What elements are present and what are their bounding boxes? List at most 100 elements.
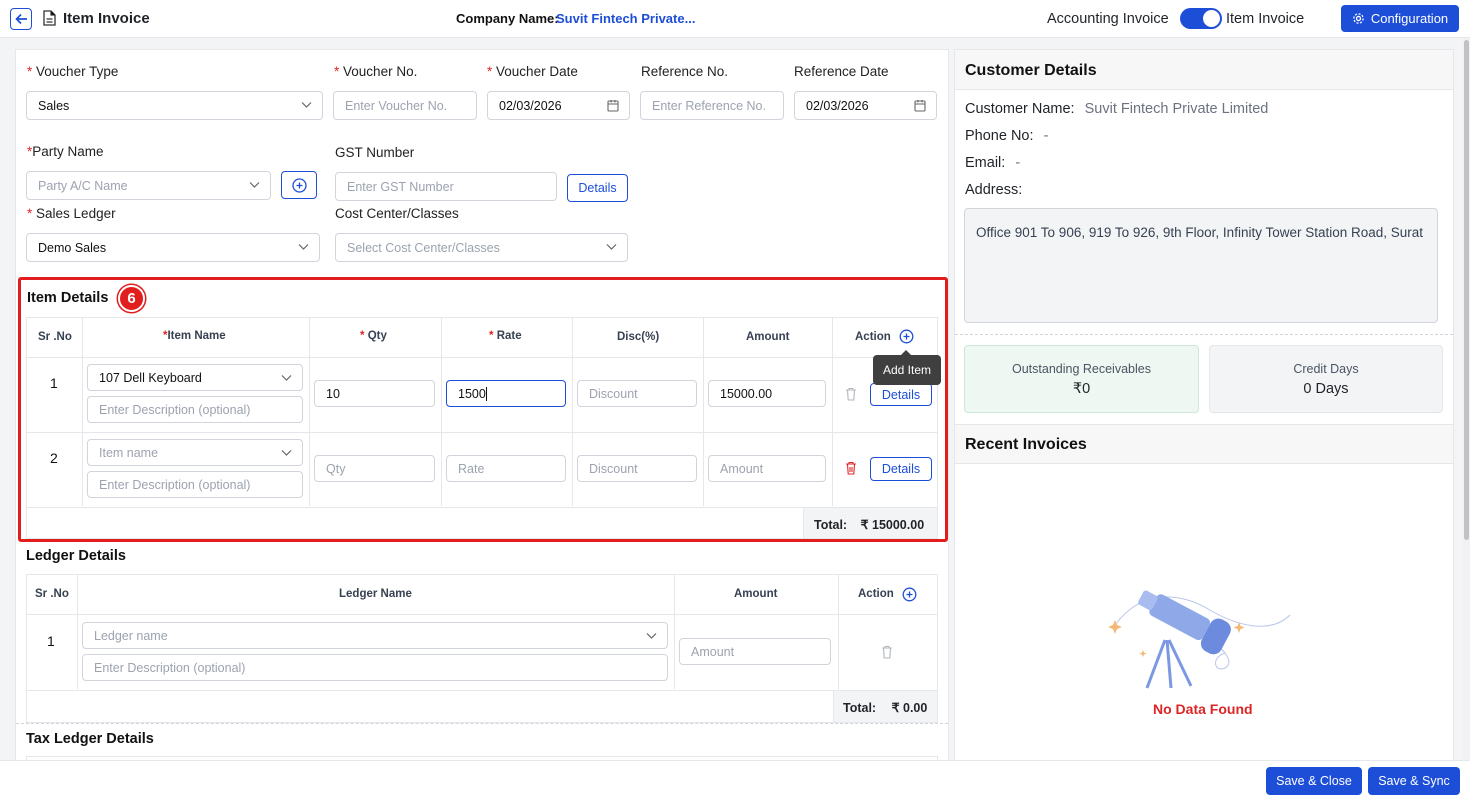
item-details-title: Item Details [27,290,109,306]
reference-date-label: Reference Date [794,64,889,79]
col-disc: Disc(%) [617,331,660,343]
email-row: Email: - [965,155,1020,171]
rate-input[interactable]: 1500 [446,380,566,407]
add-party-button[interactable] [281,171,317,199]
amount-input[interactable]: Amount [708,455,826,482]
reference-date-input[interactable]: 02/03/2026 [794,91,937,120]
header-divider [27,357,937,358]
ledger-total-label: Total: [843,701,877,715]
description-placeholder: Enter Description (optional) [99,402,251,417]
row-divider [27,432,937,433]
amount-value: 15000.00 [720,386,773,401]
col-divider [77,575,78,689]
item-name-select[interactable]: Item name [87,439,303,466]
voucher-type-value: Sales [38,98,70,113]
reference-date-value: 02/03/2026 [806,98,869,113]
item-description-input[interactable]: Enter Description (optional) [87,396,303,423]
accounting-invoice-label: Accounting Invoice [1047,11,1169,27]
col-srno: Sr .No [38,331,72,343]
rate-input[interactable]: Rate [446,455,566,482]
arrow-left-icon [14,13,27,25]
rate-placeholder: Rate [458,461,485,476]
col-divider [832,318,833,506]
back-button[interactable] [10,8,32,30]
email-value: - [1015,155,1021,171]
chevron-down-icon [301,102,312,108]
step-badge-number: 6 [127,290,136,307]
chevron-down-icon [606,244,617,250]
trash-icon[interactable] [845,387,857,401]
cost-center-placeholder: Select Cost Center/Classes [347,240,500,255]
header-divider [27,614,937,615]
discount-placeholder: Discount [589,461,638,476]
amount-input[interactable]: 15000.00 [708,380,826,407]
discount-input[interactable]: Discount [577,455,697,482]
scrollbar-thumb[interactable] [1464,40,1469,540]
col-divider [572,318,573,506]
item-description-input[interactable]: Enter Description (optional) [87,471,303,498]
col-amount: Amount [746,331,790,343]
trash-icon[interactable] [845,461,857,475]
item-name-select[interactable]: 107 Dell Keyboard [87,364,303,391]
voucher-type-select[interactable]: Sales [26,91,323,120]
qty-input[interactable]: Qty [314,455,435,482]
tax-ledger-title: Tax Ledger Details [26,731,154,747]
voucher-date-value: 02/03/2026 [499,98,562,113]
gear-icon [1353,13,1364,24]
add-item-icon[interactable] [899,329,914,344]
party-name-select[interactable]: Party A/C Name [26,171,271,200]
ledger-name-placeholder: Ledger name [94,628,168,643]
gst-details-button[interactable]: Details [567,174,628,202]
company-name-label: Company Name: [456,11,559,26]
top-bar: Item Invoice Company Name: Suvit Fintech… [0,0,1470,38]
qty-value: 10 [326,386,340,401]
reference-no-input[interactable]: Enter Reference No. [640,91,784,120]
cost-center-label: Cost Center/Classes [335,206,459,221]
section-divider [955,334,1453,335]
qty-input[interactable]: 10 [314,380,435,407]
row-srno: 1 [50,375,58,391]
text-cursor [485,386,487,401]
item-total: Total: ₹ 15000.00 [814,517,924,532]
configuration-button[interactable]: Configuration [1341,5,1459,32]
ledger-details-title: Ledger Details [26,548,126,564]
ledger-total: Total: ₹ 0.00 [843,700,927,715]
col-action: Action [858,588,894,600]
item-name-placeholder: Item name [99,445,159,460]
save-close-button[interactable]: Save & Close [1266,767,1362,795]
company-name-value[interactable]: Suvit Fintech Private... [556,11,695,26]
col-ledger-name: Ledger Name [339,588,412,600]
chevron-down-icon [646,633,657,639]
discount-input[interactable]: Discount [577,380,697,407]
ledger-name-select[interactable]: Ledger name [82,622,668,649]
sales-ledger-select[interactable]: Demo Sales [26,233,320,262]
ledger-amount-input[interactable]: Amount [679,638,831,665]
item-details-table [26,317,938,539]
amount-placeholder: Amount [720,461,764,476]
gst-number-placeholder: Enter GST Number [347,179,454,194]
item-details-button[interactable]: Details [870,457,932,481]
save-sync-button[interactable]: Save & Sync [1368,767,1460,795]
party-name-label: *Party Name [27,144,104,159]
row-srno: 2 [50,450,58,466]
cost-center-select[interactable]: Select Cost Center/Classes [335,233,628,262]
col-srno: Sr .No [35,588,69,600]
item-details-button[interactable]: Details [870,383,932,406]
scrollbar-track[interactable] [1463,38,1470,760]
recent-invoices-title: Recent Invoices [965,436,1087,453]
phone-value: - [1043,128,1049,144]
description-placeholder: Enter Description (optional) [99,477,251,492]
ledger-description-input[interactable]: Enter Description (optional) [82,654,668,681]
add-ledger-icon[interactable] [902,587,917,602]
customer-name-label: Customer Name: [965,101,1075,117]
invoice-type-toggle[interactable] [1180,8,1222,29]
trash-icon[interactable] [881,645,893,659]
voucher-type-label: * Voucher Type [27,64,119,79]
gst-number-input[interactable]: Enter GST Number [335,172,557,201]
qty-placeholder: Qty [326,461,346,476]
item-total-value: ₹ 15000.00 [860,518,925,532]
voucher-date-input[interactable]: 02/03/2026 [487,91,630,120]
empty-state-telescope-icon [1108,590,1291,689]
voucher-no-input[interactable]: Enter Voucher No. [333,91,477,120]
reference-no-label: Reference No. [641,64,729,79]
